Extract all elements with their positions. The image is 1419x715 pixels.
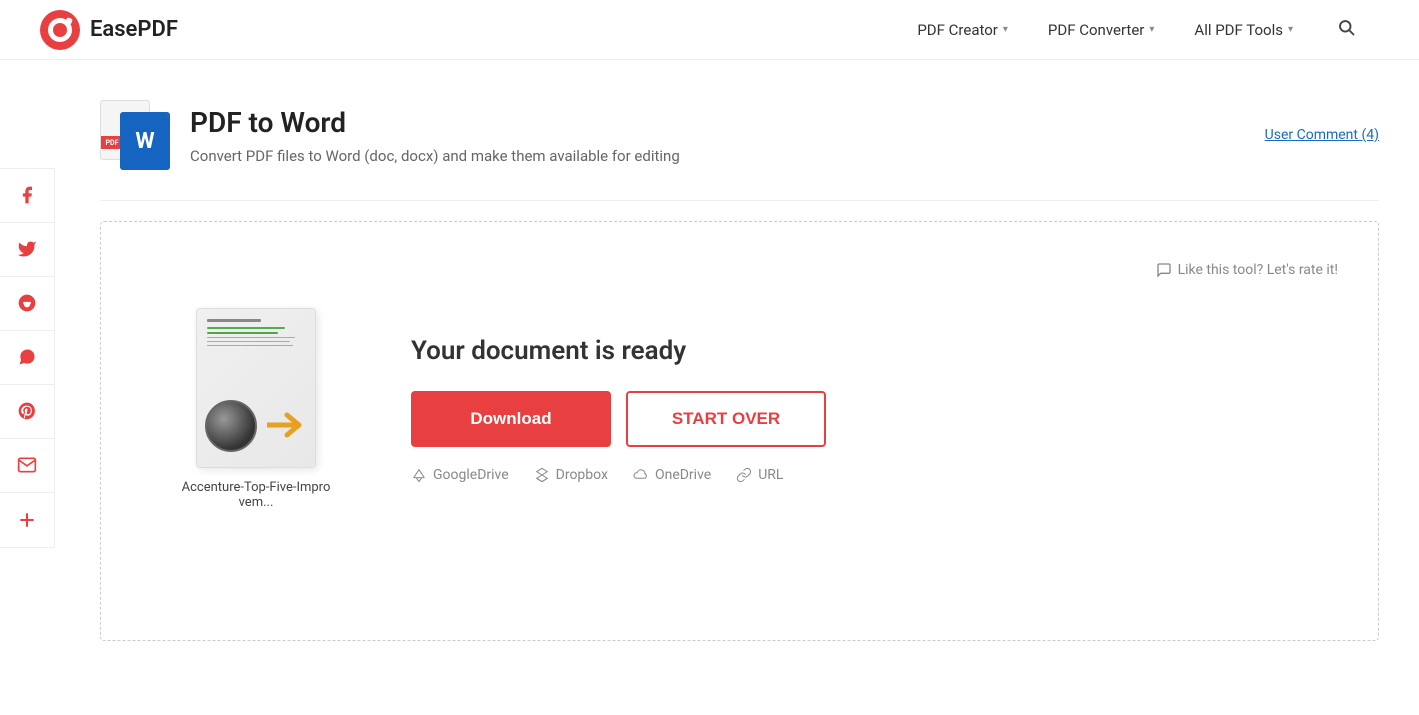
- chevron-down-icon: ▾: [1288, 24, 1293, 35]
- cloud-options: GoogleDrive Dropbox OneDrive: [411, 467, 1298, 483]
- main-nav: PDF Creator ▾ PDF Converter ▾ All PDF To…: [917, 14, 1359, 45]
- nav-pdf-converter[interactable]: PDF Converter ▾: [1048, 21, 1154, 39]
- onedrive-icon: [633, 467, 649, 483]
- email-share-button[interactable]: [0, 439, 54, 493]
- whatsapp-share-button[interactable]: [0, 331, 54, 385]
- search-icon: [1337, 18, 1355, 36]
- page-header: PDF W PDF to Word Convert PDF files to W…: [100, 80, 1379, 201]
- arrow-icon: [267, 411, 307, 439]
- tool-header: Like this tool? Let's rate it!: [141, 262, 1338, 278]
- twitter-share-button[interactable]: [0, 223, 54, 277]
- user-comment-link[interactable]: User Comment (4): [1265, 127, 1379, 143]
- reddit-share-button[interactable]: [0, 277, 54, 331]
- onedrive-option[interactable]: OneDrive: [633, 467, 711, 483]
- nav-pdf-creator-label: PDF Creator: [917, 21, 998, 39]
- nav-all-pdf-tools-label: All PDF Tools: [1194, 21, 1283, 39]
- chat-icon: [1156, 262, 1172, 278]
- page-subtitle: Convert PDF files to Word (doc, docx) an…: [190, 147, 1245, 165]
- logo-icon: [40, 10, 80, 50]
- file-preview: Accenture-Top-Five-Improvem...: [181, 308, 331, 510]
- social-sidebar: [0, 168, 55, 548]
- page-title: PDF to Word: [190, 106, 1245, 139]
- lens-image: [205, 400, 257, 452]
- search-button[interactable]: [1333, 14, 1359, 45]
- onedrive-label: OneDrive: [655, 467, 711, 483]
- file-name: Accenture-Top-Five-Improvem...: [181, 480, 331, 510]
- download-button[interactable]: Download: [411, 391, 611, 447]
- email-icon: [17, 455, 37, 475]
- preview-inner: [197, 309, 315, 467]
- more-share-button[interactable]: [0, 493, 54, 547]
- nav-pdf-creator[interactable]: PDF Creator ▾: [917, 21, 1008, 39]
- ready-section: Your document is ready Download START OV…: [411, 336, 1298, 483]
- link-icon: [736, 467, 752, 483]
- twitter-icon: [17, 239, 37, 259]
- rate-tool-link[interactable]: Like this tool? Let's rate it!: [1156, 262, 1338, 278]
- googledrive-option[interactable]: GoogleDrive: [411, 467, 509, 483]
- start-over-button[interactable]: START OVER: [626, 391, 826, 447]
- result-area: Accenture-Top-Five-Improvem... Your docu…: [141, 308, 1338, 510]
- chevron-down-icon: ▾: [1149, 24, 1154, 35]
- doc-lines: [207, 319, 305, 349]
- googledrive-label: GoogleDrive: [433, 467, 509, 483]
- word-file-icon: W: [120, 112, 170, 170]
- header: EasePDF PDF Creator ▾ PDF Converter ▾ Al…: [0, 0, 1419, 60]
- ready-title: Your document is ready: [411, 336, 1298, 366]
- facebook-share-button[interactable]: [0, 169, 54, 223]
- reddit-icon: [17, 293, 37, 313]
- url-label: URL: [758, 467, 783, 483]
- dropbox-icon: [534, 467, 550, 483]
- whatsapp-icon: [17, 347, 37, 367]
- preview-thumbnail: [196, 308, 316, 468]
- page-icon: PDF W: [100, 100, 170, 170]
- main-content: PDF W PDF to Word Convert PDF files to W…: [60, 60, 1419, 681]
- pinterest-icon: [17, 401, 37, 421]
- tool-area: Like this tool? Let's rate it!: [100, 221, 1379, 641]
- chevron-down-icon: ▾: [1003, 24, 1008, 35]
- plus-icon: [17, 510, 37, 530]
- action-buttons: Download START OVER: [411, 391, 1298, 447]
- pinterest-share-button[interactable]: [0, 385, 54, 439]
- logo[interactable]: EasePDF: [40, 10, 178, 50]
- nav-all-pdf-tools[interactable]: All PDF Tools ▾: [1194, 21, 1293, 39]
- url-option[interactable]: URL: [736, 467, 783, 483]
- page-title-area: PDF to Word Convert PDF files to Word (d…: [190, 106, 1245, 165]
- nav-pdf-converter-label: PDF Converter: [1048, 21, 1144, 39]
- rate-label: Like this tool? Let's rate it!: [1178, 262, 1338, 278]
- logo-text: EasePDF: [90, 17, 178, 42]
- googledrive-icon: [411, 467, 427, 483]
- dropbox-label: Dropbox: [556, 467, 608, 483]
- facebook-icon: [17, 185, 37, 205]
- dropbox-option[interactable]: Dropbox: [534, 467, 608, 483]
